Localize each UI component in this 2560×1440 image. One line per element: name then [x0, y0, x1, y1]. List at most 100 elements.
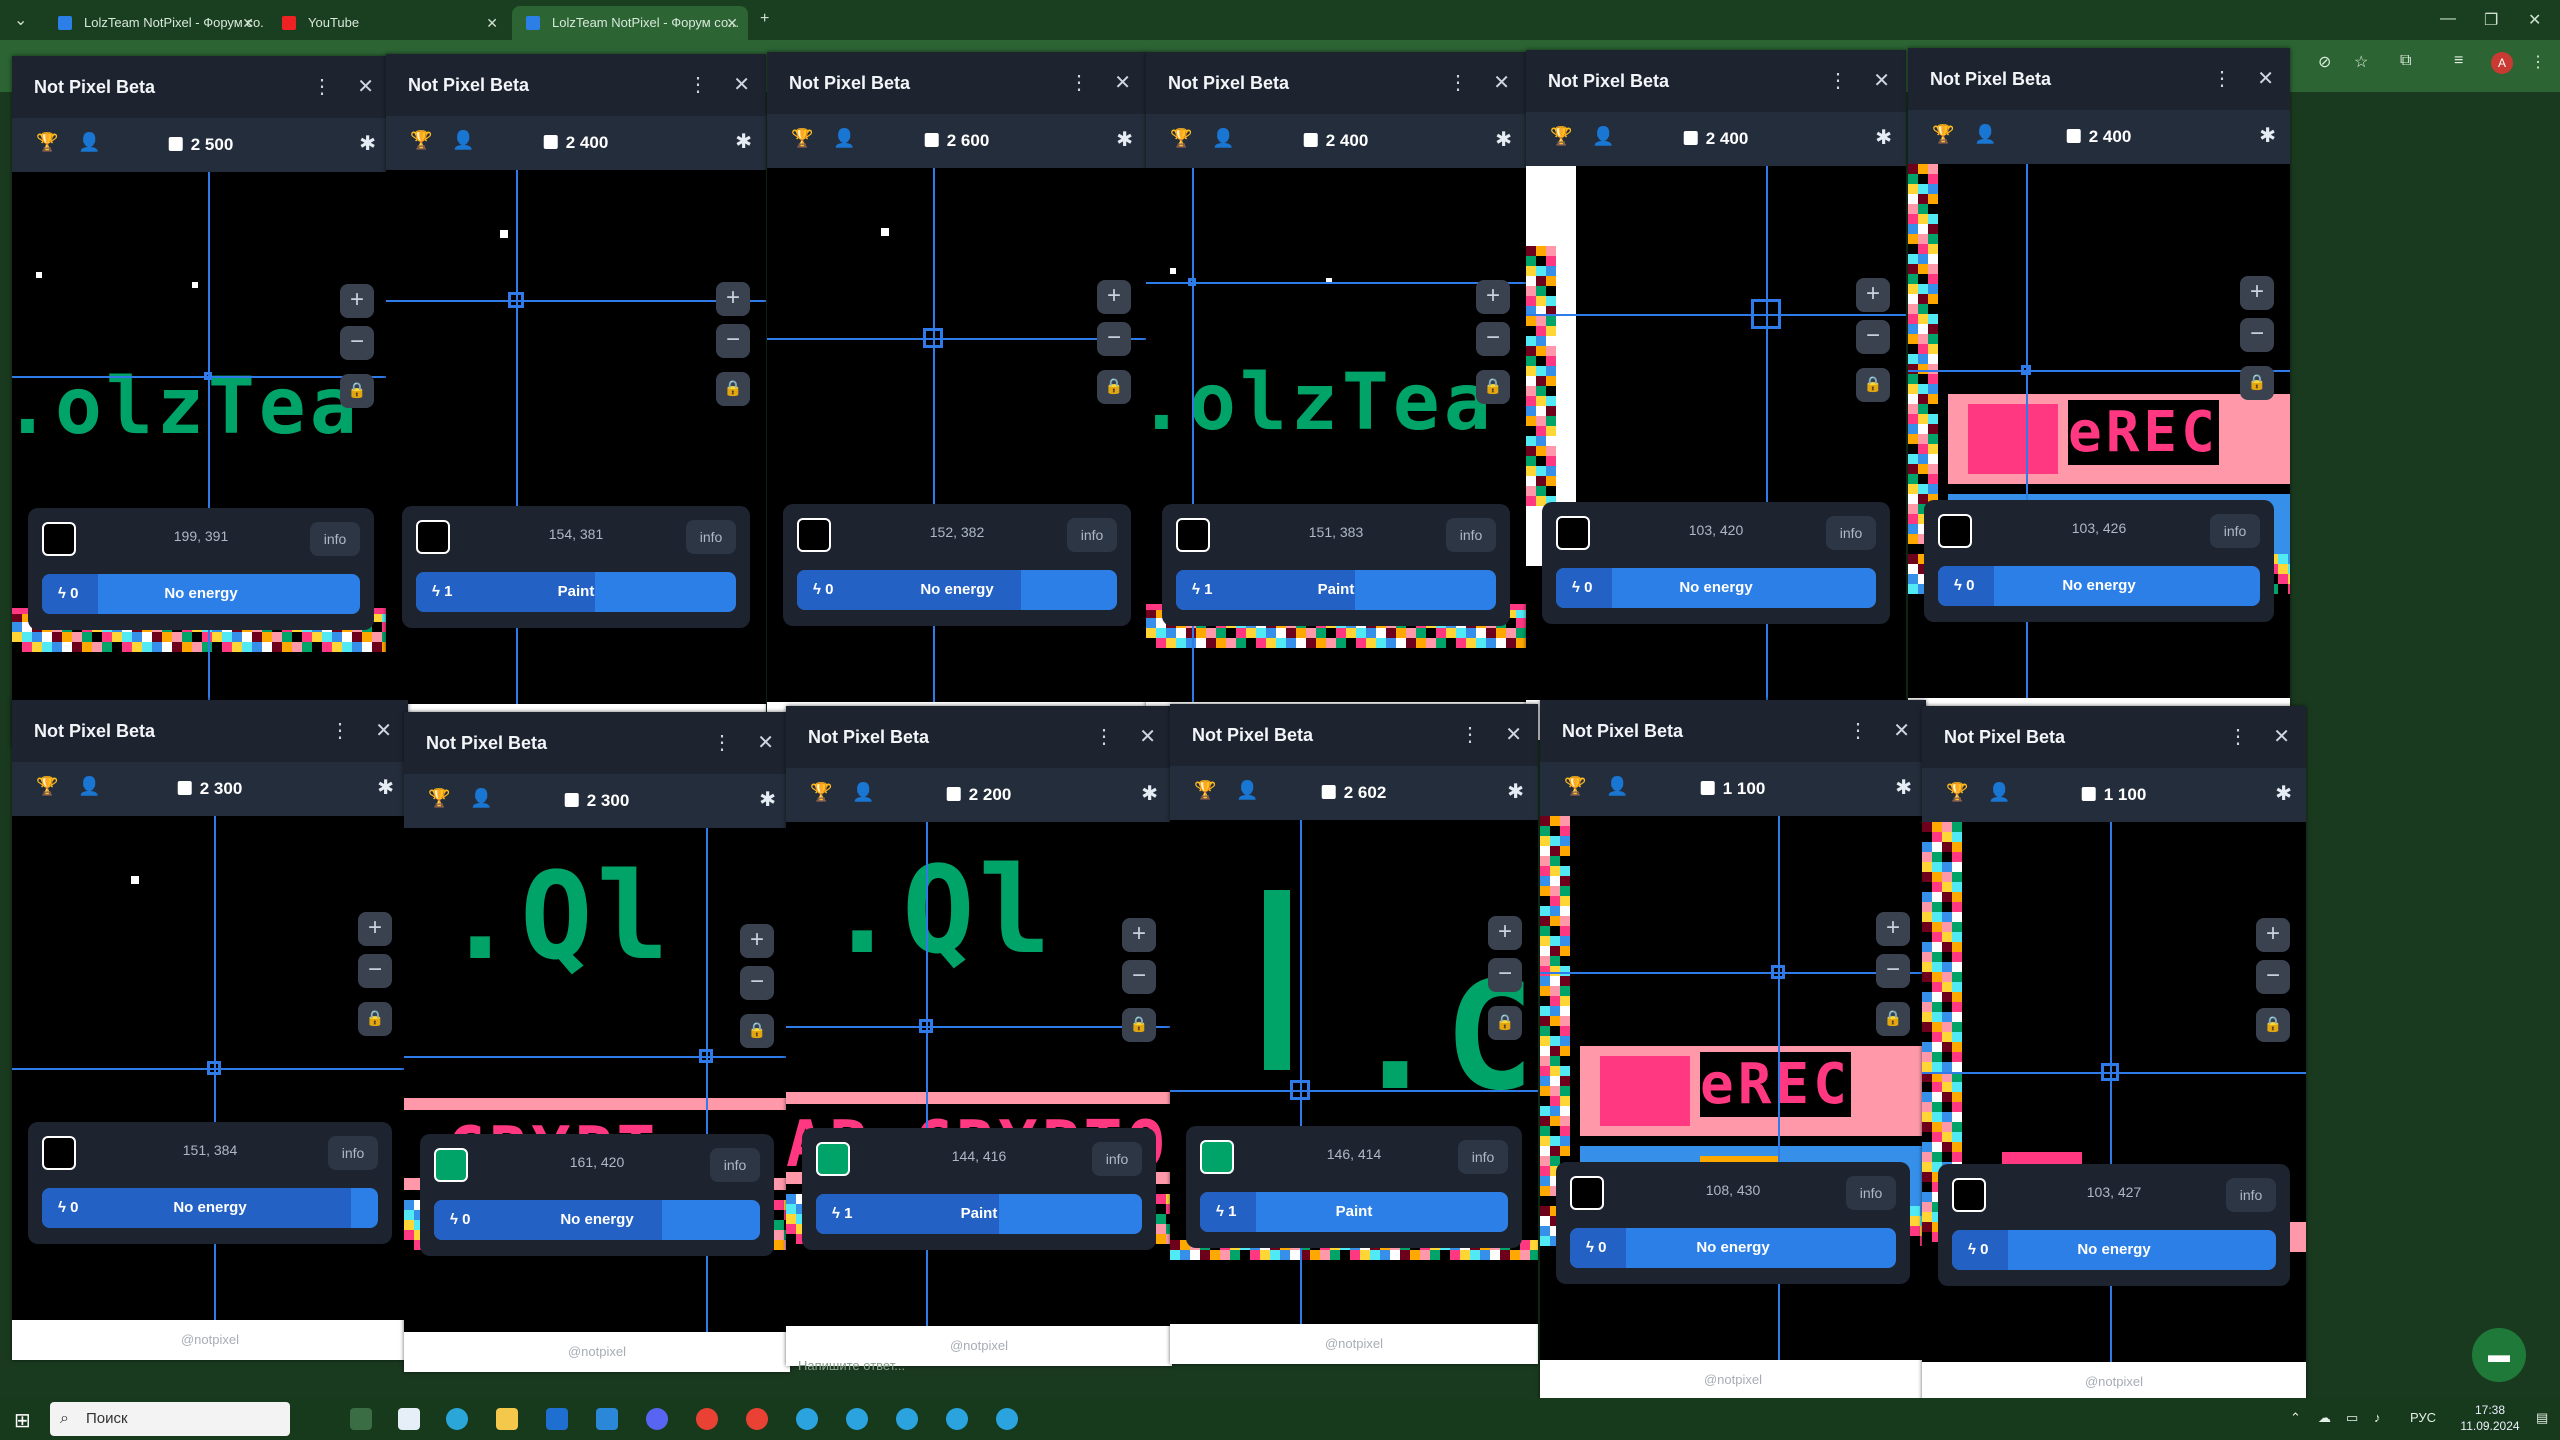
lock-icon[interactable]: 🔒 — [1856, 368, 1890, 402]
close-icon[interactable]: ✕ — [375, 700, 392, 762]
restore-icon[interactable]: ❐ — [2484, 10, 2498, 30]
tray-chevron-icon[interactable]: ⌃ — [2290, 1410, 2301, 1426]
lock-icon[interactable]: 🔒 — [1488, 1006, 1522, 1040]
invite-friends-icon[interactable]: 👤 — [78, 132, 100, 153]
kebab-menu-icon[interactable]: ⋮ — [688, 54, 708, 116]
zoom-in-button[interactable]: + — [2256, 918, 2290, 952]
invite-friends-icon[interactable]: 👤 — [1974, 124, 1996, 145]
pixel-balance[interactable]: 2 500 — [168, 118, 233, 172]
ie-icon[interactable] — [546, 1408, 568, 1430]
bug-report-icon[interactable]: ✱ — [1507, 779, 1524, 804]
info-button[interactable]: info — [1458, 1140, 1508, 1174]
paint-button[interactable]: ϟ 0 No energy — [797, 570, 1117, 610]
store-icon[interactable] — [398, 1408, 420, 1430]
kebab-menu-icon[interactable]: ⋮ — [2212, 48, 2232, 110]
window-close-icon[interactable]: ✕ — [2528, 10, 2541, 30]
windows-start-icon[interactable]: ⊞ — [14, 1408, 36, 1432]
zoom-out-button[interactable]: − — [1476, 322, 1510, 356]
tab-lolzteam-1[interactable]: LolzTeam NotPixel - Форум со... ✕ — [44, 6, 264, 40]
invite-friends-icon[interactable]: 👤 — [1988, 782, 2010, 803]
pixel-balance[interactable]: 2 600 — [924, 114, 989, 168]
zoom-in-button[interactable]: + — [358, 912, 392, 946]
kebab-menu-icon[interactable]: ⋮ — [2228, 706, 2248, 768]
zoom-in-button[interactable]: + — [716, 282, 750, 316]
telegram-icon[interactable] — [846, 1408, 868, 1430]
bug-report-icon[interactable]: ✱ — [2275, 781, 2292, 806]
invite-friends-icon[interactable]: 👤 — [78, 776, 100, 797]
lock-icon[interactable]: 🔒 — [358, 1002, 392, 1036]
info-button[interactable]: info — [310, 522, 360, 556]
close-icon[interactable]: ✕ — [486, 6, 498, 40]
zoom-in-button[interactable]: + — [1097, 280, 1131, 314]
bug-report-icon[interactable]: ✱ — [1141, 781, 1158, 806]
pixel-balance[interactable]: 2 400 — [1303, 114, 1368, 168]
zoom-out-button[interactable]: − — [1488, 958, 1522, 992]
telegram-icon[interactable] — [946, 1408, 968, 1430]
paint-button[interactable]: ϟ 0 No energy — [1556, 568, 1876, 608]
lock-icon[interactable]: 🔒 — [740, 1014, 774, 1048]
kebab-menu-icon[interactable]: ⋮ — [712, 712, 732, 774]
zoom-in-button[interactable]: + — [340, 284, 374, 318]
lock-icon[interactable]: 🔒 — [1476, 370, 1510, 404]
pixel-canvas[interactable]: .C + − 🔒 — [1170, 820, 1538, 1324]
pixel-canvas[interactable]: .Ql_CRYPT+−🔒 — [404, 828, 790, 1332]
paint-button[interactable]: ϟ 0 No energy — [1570, 1228, 1896, 1268]
invite-friends-icon[interactable]: 👤 — [1592, 126, 1614, 147]
cloud-icon[interactable]: ☁ — [2318, 1410, 2331, 1426]
invite-friends-icon[interactable]: 👤 — [833, 128, 855, 149]
invite-friends-icon[interactable]: 👤 — [1606, 776, 1628, 797]
zoom-out-button[interactable]: − — [740, 966, 774, 1000]
kebab-menu-icon[interactable]: ⋮ — [312, 56, 332, 118]
invite-friends-icon[interactable]: 👤 — [852, 782, 874, 803]
eye-off-icon[interactable]: ⊘ — [2318, 52, 2331, 72]
paint-button[interactable]: ϟ 0 No energy — [1938, 566, 2260, 606]
pixel-balance[interactable]: 2 400 — [543, 116, 608, 170]
task-view-icon[interactable] — [350, 1408, 372, 1430]
speaker-icon[interactable]: ♪ — [2374, 1410, 2381, 1425]
minimize-icon[interactable]: — — [2440, 10, 2456, 28]
bug-report-icon[interactable]: ✱ — [735, 129, 752, 154]
zoom-in-button[interactable]: + — [1876, 912, 1910, 946]
info-button[interactable]: info — [686, 520, 736, 554]
info-button[interactable]: info — [1446, 518, 1496, 552]
bug-report-icon[interactable]: ✱ — [759, 787, 776, 812]
paint-button[interactable]: ϟ 1 Paint — [816, 1194, 1142, 1234]
bug-report-icon[interactable]: ✱ — [359, 131, 376, 156]
pixel-balance[interactable]: 2 300 — [564, 774, 629, 828]
invite-friends-icon[interactable]: 👤 — [1236, 780, 1258, 801]
chrome-icon[interactable] — [696, 1408, 718, 1430]
chrome-alt-icon[interactable] — [746, 1408, 768, 1430]
lock-icon[interactable]: 🔒 — [1122, 1008, 1156, 1042]
kebab-menu-icon[interactable]: ⋮ — [1460, 704, 1480, 766]
chat-bubble-icon[interactable]: ▬ — [2472, 1328, 2526, 1382]
zoom-out-button[interactable]: − — [1097, 322, 1131, 356]
clock[interactable]: 17:38 11.09.2024 — [2452, 1402, 2528, 1434]
tab-search-icon[interactable]: ⌄ — [14, 10, 27, 30]
close-icon[interactable]: ✕ — [1873, 50, 1890, 112]
bug-report-icon[interactable]: ✱ — [1116, 127, 1133, 152]
close-icon[interactable]: ✕ — [1493, 52, 1510, 114]
close-icon[interactable]: ✕ — [1139, 706, 1156, 768]
pixel-balance[interactable]: 2 400 — [1683, 112, 1748, 166]
profile-avatar[interactable]: A — [2491, 52, 2513, 74]
bug-report-icon[interactable]: ✱ — [1495, 127, 1512, 152]
zoom-out-button[interactable]: − — [358, 954, 392, 988]
pixel-canvas[interactable]: .QlAP_CRYPTO+−🔒 — [786, 822, 1172, 1326]
close-icon[interactable]: ✕ — [726, 6, 738, 40]
kebab-menu-icon[interactable]: ⋮ — [330, 700, 350, 762]
zoom-out-button[interactable]: − — [340, 326, 374, 360]
invite-friends-icon[interactable]: 👤 — [1212, 128, 1234, 149]
info-button[interactable]: info — [710, 1148, 760, 1182]
bug-report-icon[interactable]: ✱ — [1875, 125, 1892, 150]
info-button[interactable]: info — [1846, 1176, 1896, 1210]
pixel-balance[interactable]: 2 300 — [177, 762, 242, 816]
trophy-icon[interactable]: 🏆 — [1170, 128, 1192, 149]
tab-lolzteam-active[interactable]: LolzTeam NotPixel - Форум со... ✕ — [512, 6, 748, 40]
lock-icon[interactable]: 🔒 — [340, 374, 374, 408]
extensions-icon[interactable]: ⧉ — [2400, 52, 2411, 70]
info-button[interactable]: info — [1092, 1142, 1142, 1176]
telegram-icon[interactable] — [796, 1408, 818, 1430]
lock-icon[interactable]: 🔒 — [2240, 366, 2274, 400]
mail-icon[interactable] — [596, 1408, 618, 1430]
trophy-icon[interactable]: 🏆 — [1946, 782, 1968, 803]
